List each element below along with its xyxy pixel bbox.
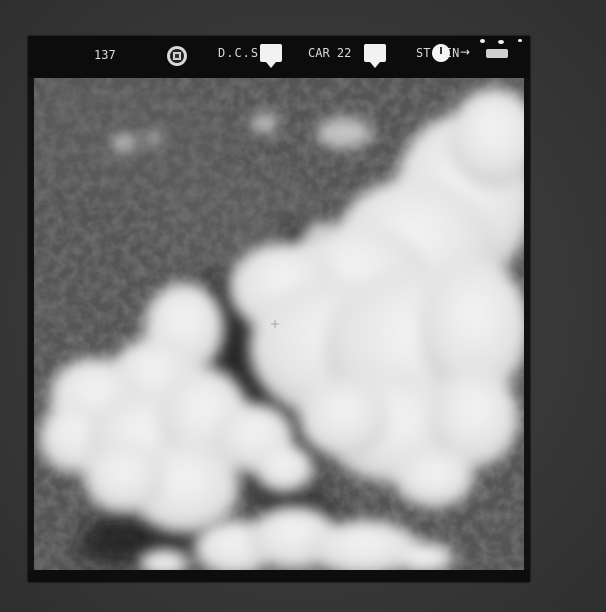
- flag-tag-icon: [364, 44, 386, 68]
- photo-mount: 137 D.C.S. CAR 22 ST VIN →: [0, 0, 606, 612]
- aerial-photo-print: 137 D.C.S. CAR 22 ST VIN →: [28, 36, 530, 582]
- aerial-scene: [34, 78, 524, 570]
- counter-icon: [486, 49, 508, 58]
- clock-dial-icon: [432, 44, 450, 62]
- film-speck: [498, 40, 504, 44]
- insignia-seal-icon: [167, 46, 187, 66]
- film-speck: [480, 39, 485, 43]
- aerial-image: [34, 78, 524, 570]
- arrow-right-icon: →: [460, 45, 471, 59]
- flag-tag-icon: [260, 44, 282, 68]
- frame-number: 137: [94, 48, 116, 62]
- bottom-strip: [28, 570, 530, 582]
- film-speck: [518, 39, 522, 42]
- data-strip: 137 D.C.S. CAR 22 ST VIN →: [28, 36, 530, 78]
- car-label: CAR 22: [308, 46, 352, 60]
- edge-code: [30, 488, 42, 558]
